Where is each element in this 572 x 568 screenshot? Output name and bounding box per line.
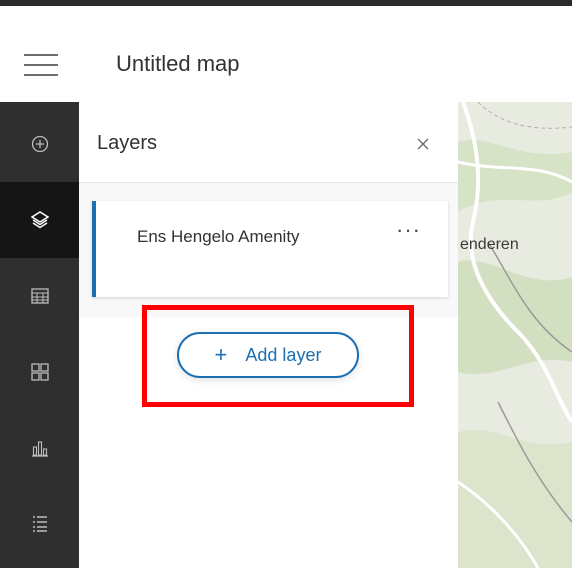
panel-title: Layers bbox=[97, 132, 158, 154]
more-options-icon[interactable]: ··· bbox=[396, 219, 421, 241]
panel-header: Layers bbox=[79, 102, 458, 183]
layer-name: Ens Hengelo Amenity bbox=[137, 227, 300, 246]
chart-icon[interactable] bbox=[0, 410, 79, 486]
highlight-box bbox=[142, 305, 414, 407]
app-header: Untitled map bbox=[0, 6, 572, 102]
grid-icon[interactable] bbox=[0, 334, 79, 410]
map-place-label: enderen bbox=[460, 236, 519, 253]
list-icon[interactable] bbox=[0, 486, 79, 562]
layers-icon[interactable] bbox=[0, 182, 79, 258]
layer-item[interactable]: Ens Hengelo Amenity ··· bbox=[92, 201, 448, 297]
map-title[interactable]: Untitled map bbox=[116, 51, 240, 77]
left-rail bbox=[0, 102, 79, 568]
map-view[interactable] bbox=[458, 102, 572, 568]
table-icon[interactable] bbox=[0, 258, 79, 334]
hamburger-icon[interactable] bbox=[24, 54, 58, 76]
close-icon[interactable] bbox=[413, 134, 433, 154]
add-circle-icon[interactable] bbox=[0, 106, 79, 182]
